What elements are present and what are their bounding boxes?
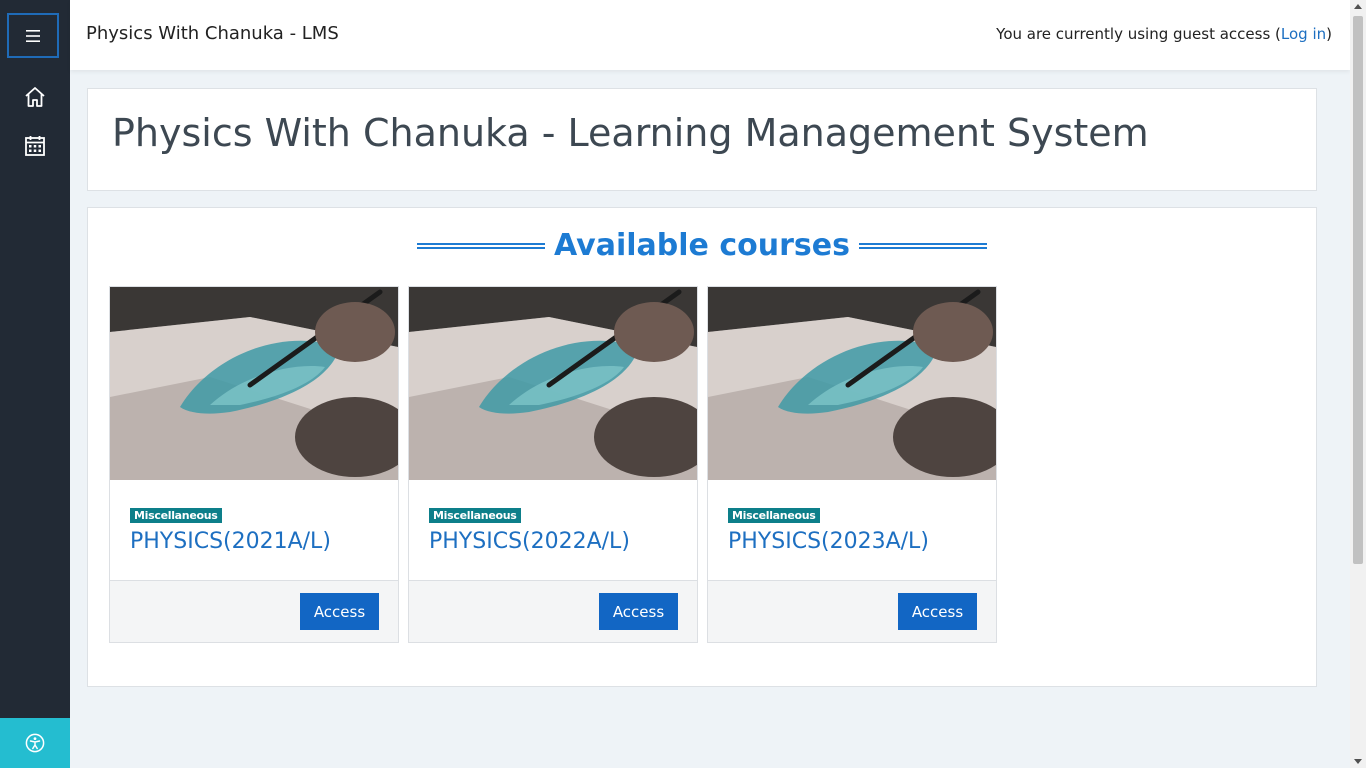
heading-decoration-right [858, 242, 987, 249]
courses-heading: Available courses [554, 228, 850, 263]
menu-toggle-button[interactable] [7, 13, 59, 58]
available-courses-section: Available courses Miscellaneous PHYSICS(… [87, 207, 1317, 687]
courses-heading-wrap: Available courses [88, 228, 1316, 263]
course-card: Miscellaneous PHYSICS(2023A/L) Access [707, 286, 997, 643]
course-name-link[interactable]: PHYSICS(2023A/L) [728, 529, 929, 554]
course-image[interactable] [708, 287, 996, 480]
scroll-down-arrow-icon[interactable] [1354, 759, 1362, 764]
course-image[interactable] [409, 287, 697, 480]
login-link[interactable]: Log in [1281, 25, 1326, 43]
course-info: Miscellaneous PHYSICS(2023A/L) [728, 504, 929, 554]
category-badge: Miscellaneous [130, 508, 222, 523]
accessibility-button[interactable] [0, 718, 70, 768]
course-name-link[interactable]: PHYSICS(2021A/L) [130, 529, 331, 554]
accessibility-icon [25, 733, 45, 753]
category-badge: Miscellaneous [429, 508, 521, 523]
scroll-thumb[interactable] [1353, 16, 1363, 564]
course-image[interactable] [110, 287, 398, 480]
course-card: Miscellaneous PHYSICS(2022A/L) Access [408, 286, 698, 643]
top-navbar: Physics With Chanuka - LMS You are curre… [70, 0, 1350, 70]
home-icon [25, 87, 45, 107]
scroll-up-arrow-icon[interactable] [1354, 4, 1362, 9]
page-scrollbar[interactable] [1350, 0, 1366, 768]
guest-access-notice: You are currently using guest access (Lo… [996, 25, 1332, 43]
guest-suffix: ) [1326, 25, 1332, 43]
access-course-button[interactable]: Access [898, 593, 977, 630]
page-header: Physics With Chanuka - Learning Manageme… [87, 88, 1317, 191]
course-info: Miscellaneous PHYSICS(2022A/L) [429, 504, 630, 554]
course-footer: Access [708, 580, 996, 642]
course-card: Miscellaneous PHYSICS(2021A/L) Access [109, 286, 399, 643]
access-course-button[interactable]: Access [300, 593, 379, 630]
menu-icon [26, 29, 40, 42]
course-footer: Access [409, 580, 697, 642]
sidebar [0, 0, 70, 768]
guest-text: You are currently using guest access ( [996, 25, 1281, 43]
access-course-button[interactable]: Access [599, 593, 678, 630]
home-button[interactable] [22, 84, 48, 110]
heading-decoration-left [417, 242, 546, 249]
course-footer: Access [110, 580, 398, 642]
calendar-icon [25, 136, 45, 156]
course-info: Miscellaneous PHYSICS(2021A/L) [130, 504, 331, 554]
site-name[interactable]: Physics With Chanuka - LMS [86, 23, 339, 44]
calendar-button[interactable] [22, 133, 48, 159]
page-title: Physics With Chanuka - Learning Manageme… [112, 111, 1149, 155]
category-badge: Miscellaneous [728, 508, 820, 523]
course-name-link[interactable]: PHYSICS(2022A/L) [429, 529, 630, 554]
